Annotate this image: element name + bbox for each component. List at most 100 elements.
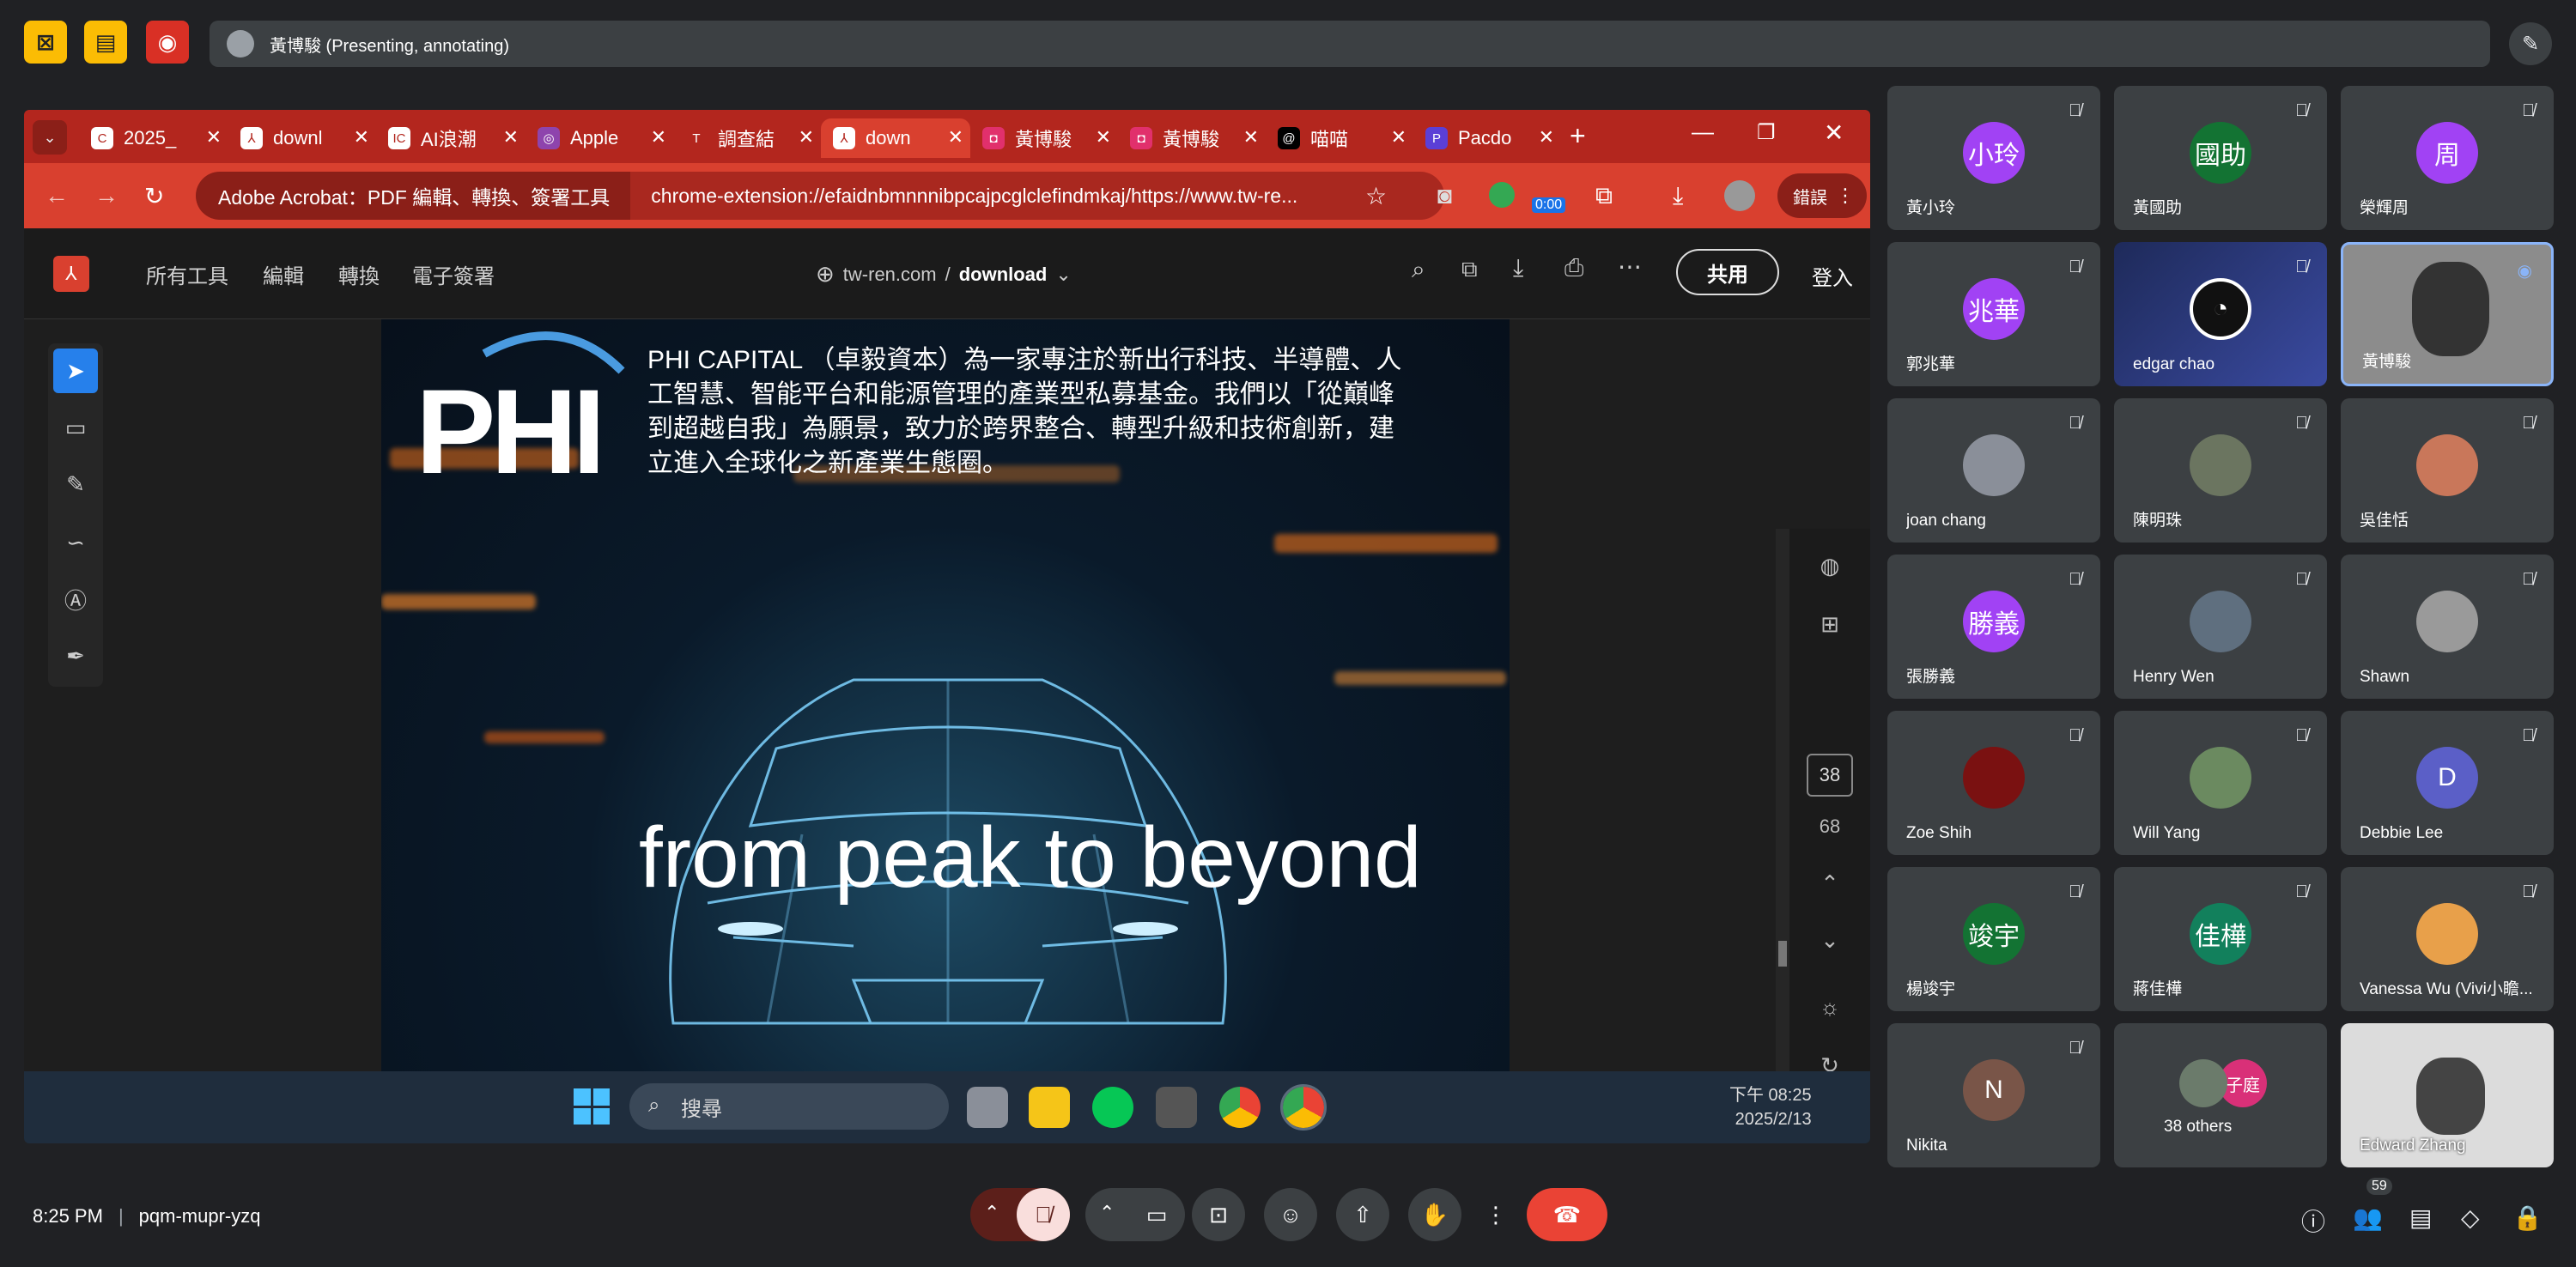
participant-tile[interactable]: 勝義 🎙̸ 張勝義 [1887,555,2100,699]
page-number-current[interactable]: 38 [1807,754,1853,797]
scrollbar-thumb[interactable] [1778,941,1787,967]
participant-tile[interactable]: 佳樺 🎙̸ 蔣佳樺 [2114,867,2327,1011]
participant-tile[interactable]: D 🎙̸ Debbie Lee [2341,711,2554,855]
host-controls-icon[interactable]: 🔒 [2512,1203,2543,1232]
tab-close-icon[interactable]: ✕ [503,126,519,149]
annotate-toolbar-icon[interactable]: ▤ [84,21,127,64]
windows-start-icon[interactable] [574,1088,610,1125]
reload-icon[interactable]: ↻ [144,182,164,210]
tab-close-icon[interactable]: ✕ [1243,126,1259,149]
tab-close-icon[interactable]: ✕ [206,126,222,149]
tab-5[interactable]: T 調查結 ✕ [673,118,821,158]
more-options-icon[interactable]: ⋮ [1470,1188,1522,1241]
page-view-icon[interactable]: ⧉ [1461,256,1478,283]
task-view-icon[interactable] [967,1087,1008,1128]
forward-icon[interactable]: → [94,182,118,209]
comment-icon[interactable]: ▭ [53,405,98,450]
site-chip[interactable]: Adobe Acrobat：PDF 編輯、轉換、簽署工具 [196,172,631,220]
chevron-down-icon[interactable]: ⌄ [1807,917,1853,963]
annotate-pen-icon[interactable]: ✎ [2509,22,2552,65]
participant-tile[interactable]: 兆華 🎙̸ 郭兆華 [1887,242,2100,386]
meeting-details-icon[interactable]: ⓘ [2301,1203,2325,1238]
tab-2[interactable]: ⅄ downl ✕ [228,118,376,158]
tab-9[interactable]: @ 喵喵 ✕ [1266,118,1413,158]
address-bar[interactable]: Adobe Acrobat：PDF 編輯、轉換、簽署工具 chrome-exte… [196,172,1444,220]
leave-call-icon[interactable]: ☎ [1527,1188,1607,1241]
menu-all-tools[interactable]: 所有工具 [146,259,228,289]
participant-tile[interactable]: 小玲 🎙̸ 黃小玲 [1887,86,2100,230]
search-icon[interactable]: ⌕ [1412,256,1425,284]
menu-esign[interactable]: 電子簽署 [412,259,495,289]
participant-tile[interactable]: ◔ 🎙̸ edgar chao [2114,242,2327,386]
tab-7[interactable]: ◘ 黃博駿 ✕ [970,118,1118,158]
taskbar-clock[interactable]: 下午 08:25 2025/2/13 [1729,1083,1812,1131]
bookmark-star-icon[interactable]: ☆ [1365,182,1387,210]
raise-hand-icon[interactable]: ✋ [1408,1188,1461,1241]
highlight-pen-icon[interactable]: ✎ [53,462,98,506]
others-tile[interactable]: 子庭 38 others [2114,1023,2327,1167]
tab-3[interactable]: IC AI浪潮 ✕ [376,118,526,158]
participant-tile[interactable]: 🎙̸ Will Yang [2114,711,2327,855]
camera-icon[interactable]: ◙ [1437,182,1452,209]
minimize-icon[interactable]: — [1692,118,1714,145]
tab-close-icon[interactable]: ✕ [948,126,963,149]
tab-close-icon[interactable]: ✕ [799,126,814,149]
new-tab-icon[interactable]: + [1570,120,1586,152]
line-app-icon[interactable] [1092,1087,1133,1128]
tab-close-icon[interactable]: ✕ [1096,126,1111,149]
more-vert-icon[interactable]: ⋮ [1836,185,1855,207]
restore-icon[interactable]: ❐ [1757,120,1776,145]
profile-avatar[interactable] [1724,180,1755,211]
chevron-up-icon[interactable]: ⌃ [1807,860,1853,906]
tab-10[interactable]: P Pacdo ✕ [1413,118,1561,158]
captions-icon[interactable]: ⊡ [1192,1188,1245,1241]
tab-active[interactable]: ⅄ down ✕ [821,118,970,158]
participant-tile[interactable]: 🎙̸ 陳明珠 [2114,398,2327,543]
close-window-icon[interactable]: ✕ [1824,118,1844,147]
participant-tile[interactable]: 🎙̸ joan chang [1887,398,2100,543]
present-screen-icon[interactable]: ⇧ [1336,1188,1389,1241]
sign-icon[interactable]: ✒ [53,634,98,678]
emoji-icon[interactable]: ☺ [1264,1188,1317,1241]
extension-icon[interactable] [1489,182,1515,208]
participant-tile-presenter[interactable]: ◉ 黃博駿 [2341,242,2554,386]
participant-tile[interactable]: 🎙̸ 吳佳恬 [2341,398,2554,543]
chat-icon[interactable]: ▤ [2409,1203,2432,1232]
participant-tile[interactable]: 🎙̸ Henry Wen [2114,555,2327,699]
tab-close-icon[interactable]: ✕ [354,126,369,149]
download-icon[interactable]: ⤓ [1673,182,1683,210]
participant-tile[interactable]: 竣宇 🎙̸ 楊竣宇 [1887,867,2100,1011]
chrome-profile-icon[interactable] [1280,1084,1327,1131]
menu-convert[interactable]: 轉換 [338,259,380,289]
tab-search-icon[interactable]: ⌄ [33,120,67,155]
draw-freehand-icon[interactable]: ∽ [53,520,98,565]
participant-tile[interactable]: Edward Zhang [2341,1023,2554,1167]
more-options-icon[interactable]: ⋯ [1618,252,1642,281]
app-icon[interactable] [1156,1087,1197,1128]
login-link[interactable]: 登入 [1812,261,1853,291]
ai-assistant-icon[interactable]: ◍ [1807,543,1853,589]
camera-icon[interactable]: ▭ [1130,1188,1183,1241]
tab-close-icon[interactable]: ✕ [1539,126,1554,149]
taskbar-search[interactable]: ⌕ 搜尋 [629,1083,949,1130]
tab-1[interactable]: C 2025_ ✕ [79,118,228,158]
camera-options-chevron-icon[interactable]: ⌃ [1099,1202,1115,1224]
thumbnails-icon[interactable]: ⊞ [1807,601,1853,647]
back-icon[interactable]: ← [45,182,69,209]
error-button[interactable]: 錯誤 ⋮ [1777,173,1867,218]
file-explorer-icon[interactable] [1029,1087,1070,1128]
activities-icon[interactable]: ◇ [2461,1203,2480,1232]
tab-4[interactable]: ◎ Apple ✕ [526,118,673,158]
tab-close-icon[interactable]: ✕ [1391,126,1406,149]
document-breadcrumb[interactable]: ⊕ tw-ren.com / download ⌄ [816,261,1072,288]
print-icon[interactable]: ⎙ [1564,254,1583,282]
extensions-puzzle-icon[interactable]: ⧉ [1595,182,1613,210]
menu-edit[interactable]: 編輯 [263,259,304,289]
tab-close-icon[interactable]: ✕ [651,126,666,149]
mic-options-chevron-icon[interactable]: ⌃ [984,1202,999,1224]
chrome-icon[interactable] [1219,1087,1261,1128]
select-cursor-icon[interactable]: ➤ [53,349,98,393]
download-pdf-icon[interactable]: ⤓ [1513,254,1523,282]
brightness-icon[interactable]: ☼ [1807,984,1853,1030]
participant-tile[interactable]: 🎙̸ Vanessa Wu (Vivi小瞻... [2341,867,2554,1011]
